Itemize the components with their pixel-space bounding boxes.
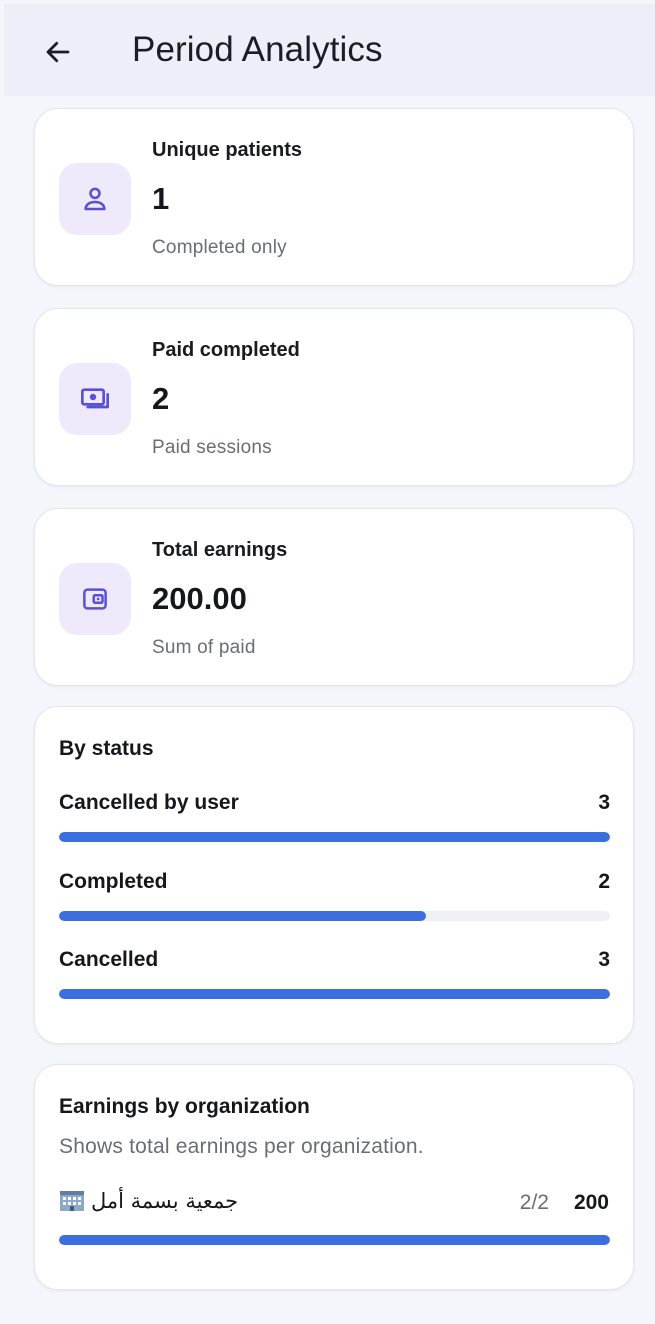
stat-label: Total earnings [152, 539, 288, 561]
status-row: Cancelled by user 3 [59, 791, 610, 861]
progress-track [59, 1235, 610, 1245]
stat-subtitle: Sum of paid [152, 637, 256, 658]
back-button[interactable] [36, 30, 80, 74]
status-count: 3 [598, 791, 610, 814]
stat-subtitle: Paid sessions [152, 437, 272, 458]
stat-value: 200.00 [152, 581, 247, 616]
analytics-content[interactable]: Unique patients 1 Completed only Paid co… [0, 96, 655, 1324]
stat-card-unique-patients: Unique patients 1 Completed only [34, 108, 634, 286]
progress-fill [59, 1235, 610, 1245]
user-icon [84, 187, 106, 211]
app-bar: Period Analytics [4, 4, 655, 96]
organization-amount: 200 [573, 1191, 609, 1214]
section-title: By status [59, 737, 154, 760]
section-description: Shows total earnings per organization. [59, 1135, 424, 1158]
progress-track [59, 911, 610, 921]
stat-value: 1 [152, 181, 170, 216]
earnings-by-organization-card: Earnings by organization Shows total ear… [34, 1064, 634, 1290]
stat-label: Paid completed [152, 339, 300, 361]
stat-subtitle: Completed only [152, 237, 287, 258]
stat-label: Unique patients [152, 139, 303, 161]
status-count: 3 [598, 948, 610, 971]
stat-value: 2 [152, 381, 170, 416]
status-row: Completed 2 [59, 870, 610, 940]
organization-ratio: 2/2 [519, 1191, 549, 1214]
section-title: Earnings by organization [59, 1095, 310, 1118]
cash-icon [81, 388, 109, 409]
stat-icon-container [59, 563, 131, 635]
status-label: Cancelled by user [59, 791, 239, 814]
progress-fill [59, 989, 610, 999]
stat-icon-container [59, 363, 131, 435]
stat-card-paid-completed: Paid completed 2 Paid sessions [34, 308, 634, 486]
by-status-card: By status Cancelled by user 3 Completed … [34, 706, 634, 1044]
status-count: 2 [598, 870, 610, 893]
progress-fill [59, 911, 427, 921]
stat-card-total-earnings: Total earnings 200.00 Sum of paid [34, 508, 634, 686]
arrow-left-icon [46, 41, 70, 63]
building-icon [60, 1191, 84, 1211]
organization-name-text: جمعية بسمة أمل [91, 1189, 239, 1213]
progress-fill [59, 832, 610, 842]
page-title: Period Analytics [132, 30, 383, 69]
progress-track [59, 832, 610, 842]
status-label: Cancelled [59, 948, 159, 971]
wallet-icon [83, 588, 107, 610]
status-label: Completed [59, 870, 168, 893]
progress-track [59, 989, 610, 999]
stat-icon-container [59, 163, 131, 235]
status-row: Cancelled 3 [59, 948, 610, 1018]
organization-name: جمعية بسمة أمل [59, 1189, 238, 1213]
